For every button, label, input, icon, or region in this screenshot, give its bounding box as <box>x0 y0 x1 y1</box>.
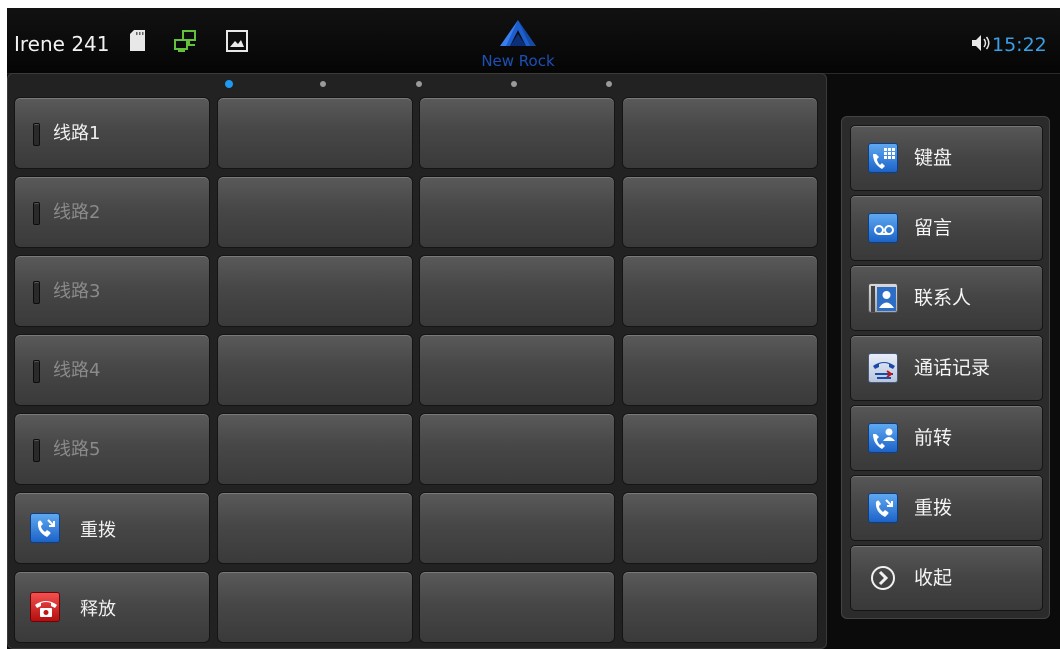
call-log-button[interactable]: 通话记录 <box>850 335 1043 401</box>
empty-key[interactable] <box>419 97 615 169</box>
empty-key[interactable] <box>622 97 818 169</box>
line-key-label: 线路1 <box>53 123 101 144</box>
redial-key[interactable]: 重拨 <box>14 492 210 564</box>
line-key-5[interactable]: 线路5 <box>14 413 210 485</box>
empty-key[interactable] <box>419 571 615 643</box>
status-bar: Irene 241 New Rock 15:22 <box>7 8 1060 74</box>
voicemail-button[interactable]: 留言 <box>850 195 1043 261</box>
release-icon <box>30 592 60 622</box>
empty-key[interactable] <box>622 571 818 643</box>
contacts-label: 联系人 <box>914 287 972 309</box>
empty-key[interactable] <box>419 334 615 406</box>
empty-key[interactable] <box>622 334 818 406</box>
empty-key[interactable] <box>217 176 413 248</box>
empty-key[interactable] <box>217 255 413 327</box>
forward-label: 前转 <box>914 427 953 449</box>
line-key-label: 线路5 <box>53 439 101 460</box>
line-key-label: 线路4 <box>53 360 101 381</box>
empty-key[interactable] <box>419 255 615 327</box>
empty-key[interactable] <box>217 571 413 643</box>
empty-key[interactable] <box>419 492 615 564</box>
speaker-icon <box>971 34 991 56</box>
line-status-led <box>33 202 40 225</box>
line-key-label: 线路3 <box>53 281 101 302</box>
empty-key[interactable] <box>217 413 413 485</box>
sdcard-icon <box>130 30 145 55</box>
new-rock-logo: New Rock <box>470 16 566 72</box>
empty-key[interactable] <box>622 492 818 564</box>
page-dot[interactable] <box>511 81 517 87</box>
contacts-icon <box>868 283 898 313</box>
line-status-led <box>33 281 40 304</box>
forward-icon <box>868 423 898 453</box>
side-menu: 键盘 留言 联系人 通话记录 前转 重拨 收起 <box>841 116 1050 619</box>
network-icon <box>174 30 196 56</box>
call-log-icon <box>868 353 898 383</box>
empty-key[interactable] <box>622 255 818 327</box>
line-status-led <box>33 439 40 462</box>
clock: 15:22 <box>992 34 1047 56</box>
collapse-label: 收起 <box>914 567 953 589</box>
redial-icon <box>868 493 898 523</box>
collapse-button[interactable]: 收起 <box>850 545 1043 611</box>
empty-key[interactable] <box>622 413 818 485</box>
contacts-button[interactable]: 联系人 <box>850 265 1043 331</box>
redial-label: 重拨 <box>914 497 953 519</box>
line-key-label: 线路2 <box>53 202 101 223</box>
empty-key[interactable] <box>419 176 615 248</box>
line-status-led <box>33 123 40 146</box>
voicemail-icon <box>868 213 898 243</box>
line-key-4[interactable]: 线路4 <box>14 334 210 406</box>
forward-button[interactable]: 前转 <box>850 405 1043 471</box>
image-icon <box>226 30 248 56</box>
empty-key[interactable] <box>217 97 413 169</box>
release-label: 释放 <box>80 599 116 620</box>
keypad-icon <box>868 143 898 173</box>
empty-key[interactable] <box>622 176 818 248</box>
redial-icon <box>30 513 60 543</box>
keypad-label: 键盘 <box>914 147 953 169</box>
collapse-icon <box>868 563 898 593</box>
line-key-2[interactable]: 线路2 <box>14 176 210 248</box>
line-status-led <box>33 360 40 383</box>
page-indicator <box>8 74 828 94</box>
redial-label: 重拨 <box>80 520 116 541</box>
page-dot[interactable] <box>606 81 612 87</box>
voicemail-label: 留言 <box>914 217 953 239</box>
empty-key[interactable] <box>217 492 413 564</box>
keypad-button[interactable]: 键盘 <box>850 125 1043 191</box>
account-name: Irene 241 <box>14 32 110 56</box>
line-key-grid: 线路1 线路2 线路3 线路4 线路5 重拨 释放 <box>7 73 827 649</box>
page-dot[interactable] <box>320 81 326 87</box>
logo-text: New Rock <box>481 52 555 70</box>
page-dot[interactable] <box>416 81 422 87</box>
phone-screen: Irene 241 New Rock 15:22 线路1 线路2 线路3 线路4… <box>7 8 1060 649</box>
page-dot[interactable] <box>225 80 233 88</box>
redial-button[interactable]: 重拨 <box>850 475 1043 541</box>
call-log-label: 通话记录 <box>914 357 991 379</box>
empty-key[interactable] <box>419 413 615 485</box>
line-key-3[interactable]: 线路3 <box>14 255 210 327</box>
line-key-1[interactable]: 线路1 <box>14 97 210 169</box>
empty-key[interactable] <box>217 334 413 406</box>
release-key[interactable]: 释放 <box>14 571 210 643</box>
